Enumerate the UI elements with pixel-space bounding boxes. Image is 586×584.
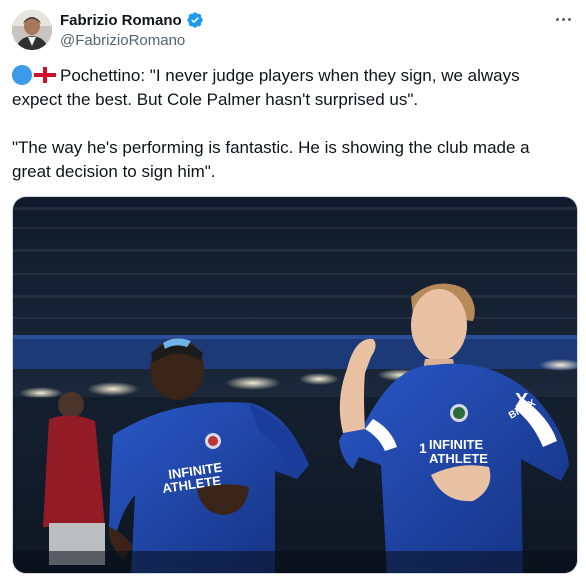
svg-text:1: 1 — [419, 440, 427, 456]
author-avatar[interactable] — [12, 10, 52, 50]
tweet-card[interactable]: Fabrizio Romano @FabrizioRomano Pochetti… — [0, 0, 586, 584]
tweet-line-3: "The way he's performing is fantastic. H… — [12, 138, 530, 157]
more-options-icon[interactable] — [552, 12, 574, 26]
tweet-text: Pochettino: "I never judge players when … — [12, 64, 572, 184]
svg-text:ATHLETE: ATHLETE — [429, 451, 488, 466]
england-flag-icon — [34, 67, 56, 83]
author-name-row[interactable]: Fabrizio Romano — [60, 11, 204, 29]
tweet-line-1: Pochettino: "I never judge players when … — [12, 64, 572, 88]
svg-text:INFINITE: INFINITE — [429, 437, 483, 452]
author-display-name[interactable]: Fabrizio Romano — [60, 12, 182, 29]
blue-circle-emoji-icon — [12, 65, 32, 85]
tweet-line-4: great decision to sign him". — [12, 162, 216, 181]
match-photo: INFINITE ATHLETE X BingX 1 INFINITE ATHL — [13, 197, 577, 573]
verified-badge-icon — [186, 12, 203, 28]
tweet-line-1-text: Pochettino: "I never judge players when … — [60, 66, 520, 85]
author-handle[interactable]: @FabrizioRomano — [60, 32, 185, 49]
profile-photo-icon — [12, 10, 52, 50]
tweet-line-2: expect the best. But Cole Palmer hasn't … — [12, 90, 419, 109]
tweet-media-photo[interactable]: INFINITE ATHLETE X BingX 1 INFINITE ATHL — [12, 196, 578, 574]
